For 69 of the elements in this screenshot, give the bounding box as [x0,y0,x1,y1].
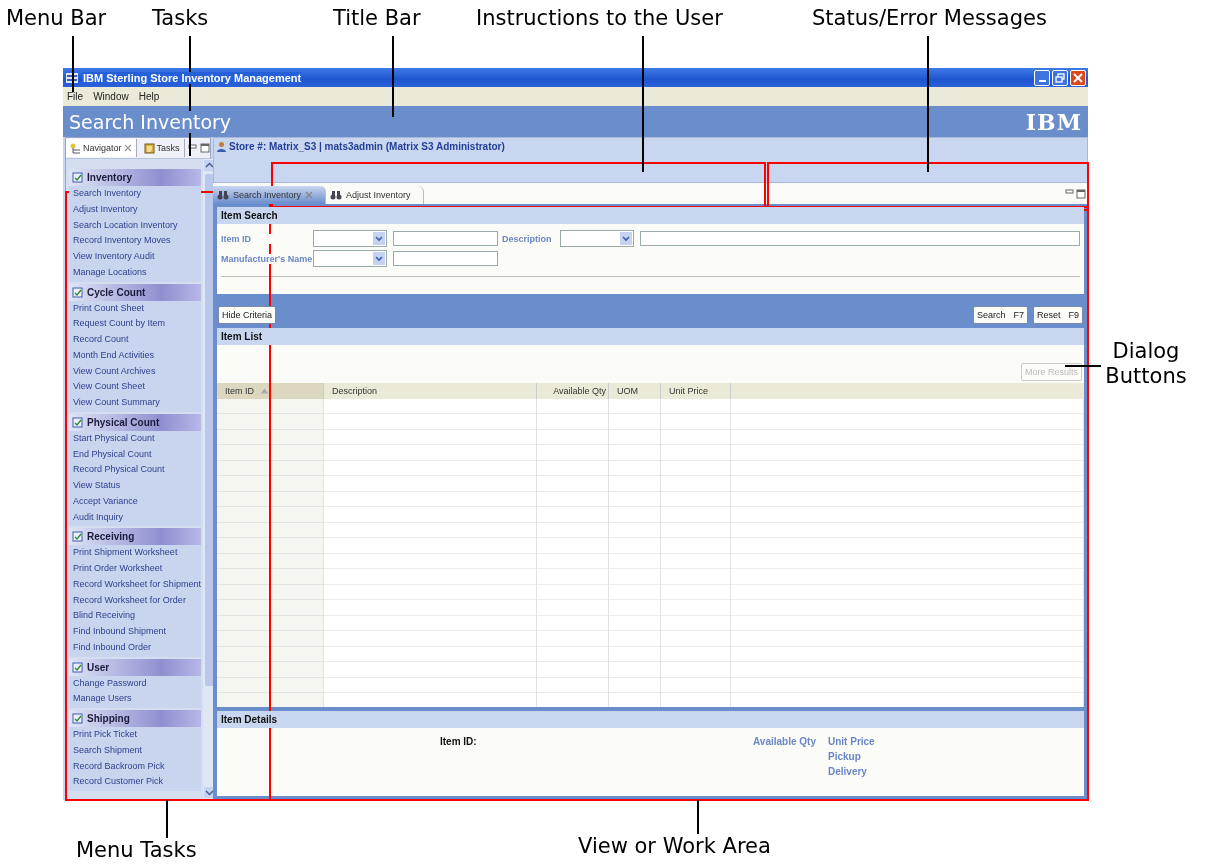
panel-tab[interactable]: Tasks [139,139,185,157]
leader-line [1064,365,1102,367]
dropdown[interactable] [313,230,387,247]
group-header[interactable]: User [69,658,201,676]
restore-button[interactable] [1052,69,1068,86]
section-header: Item Details [217,711,1084,728]
section-header: Item List [217,328,1084,345]
editor-tab[interactable]: Search Inventory [213,186,327,204]
binoculars-icon [330,190,343,200]
menu-item[interactable]: Window [93,91,129,102]
group-header[interactable]: Receiving [69,528,201,546]
detail-label: Pickup [828,751,862,762]
text-field[interactable] [393,231,498,246]
group-header[interactable]: Physical Count [69,413,201,431]
detail-label: Available Qty [753,736,817,747]
leader-line [697,799,699,835]
text-field[interactable] [640,231,1080,246]
column-header[interactable]: Item ID [217,383,324,399]
checklist-icon [72,416,83,428]
close-button[interactable] [1070,69,1086,86]
menu-item[interactable]: File [67,91,84,102]
detail-label: Unit Price [828,736,875,747]
restore-icon [1055,72,1065,83]
page-title: Search Inventory [69,110,232,133]
close-icon [1073,72,1083,83]
group-header[interactable]: Inventory [69,169,201,186]
callout-label: Tasks [152,6,209,32]
checklist-icon [72,172,83,183]
scroll-down-icon [203,787,215,798]
menu-item[interactable]: Help [138,91,160,102]
detail-label: Item ID: [440,736,478,747]
minimize-icon [1038,80,1046,82]
leader-line [72,35,74,93]
dropdown[interactable] [560,230,634,247]
callout-label: Status/Error Messages [812,6,1047,32]
leader-line [166,799,168,839]
callout-label: Menu Bar [6,6,107,32]
minimize-button[interactable] [1034,69,1050,86]
checklist-icon [72,713,83,724]
user-icon [216,141,227,152]
binoculars-icon [217,190,229,200]
text-field[interactable] [393,251,498,266]
dropdown[interactable] [313,250,387,267]
detail-label: Delivery [828,766,868,777]
sort-arrow-icon [260,388,269,394]
panel-tab[interactable]: Navigator [66,139,137,157]
callout-label: Title Bar [333,6,421,32]
callout-label: View or Work Area [578,834,771,860]
group-header[interactable]: Cycle Count [69,283,201,301]
hide-criteria-button[interactable]: Hide Criteria [218,306,276,324]
callout-label: Instructions to the User [476,6,723,32]
checklist-icon [72,286,83,298]
field-label: Manufacturer's Name [221,253,313,264]
app-icon [65,70,79,85]
callout-label: Menu Tasks [76,838,197,864]
callout-label: Dialog Buttons [1104,339,1188,390]
scroll-thumb[interactable] [204,174,214,686]
search-button[interactable]: Search F7 [972,306,1028,324]
tree-icon [70,142,81,154]
store-info: Store #: Matrix_S3 | mats3admin (Matrix S3 Administrator) [229,141,505,152]
close-icon [123,144,132,152]
group-header[interactable]: Shipping [69,710,201,727]
section-header: Item Search [217,207,1084,224]
checklist-icon [72,531,83,543]
reset-button[interactable]: Reset F9 [1032,306,1083,324]
checklist-icon [72,661,83,673]
close-icon [305,191,314,199]
window-title: IBM Sterling Store Inventory Management [83,71,302,84]
notepad-icon [143,142,155,154]
